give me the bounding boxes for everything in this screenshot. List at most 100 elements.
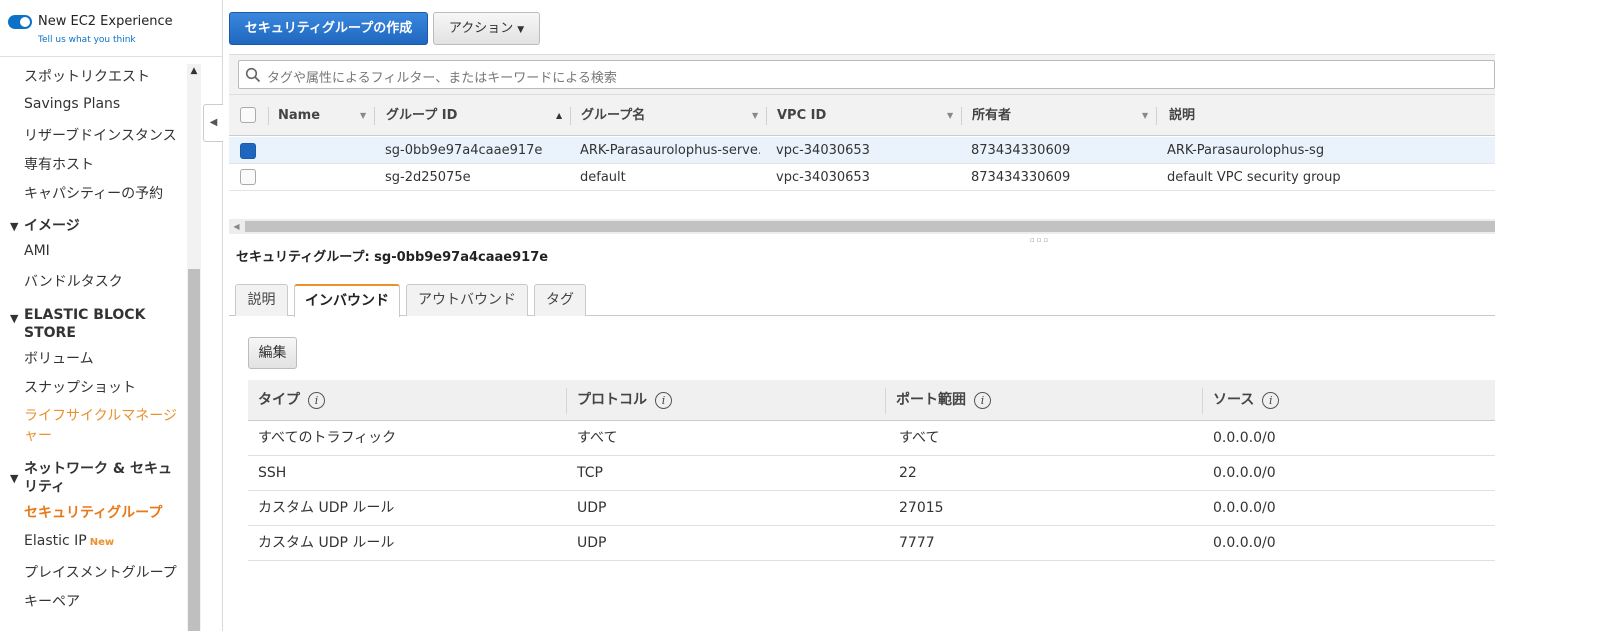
- rule-source: 0.0.0.0/0: [1213, 430, 1276, 446]
- rule-protocol: UDP: [577, 500, 607, 516]
- sidebar-item-capacity-reservations[interactable]: キャパシティーの予約: [24, 183, 163, 203]
- sidebar-item-elastic-ip[interactable]: Elastic IP New: [24, 533, 114, 549]
- column-header-name[interactable]: Name: [278, 95, 320, 136]
- sidebar-item-dedicated-hosts[interactable]: 専有ホスト: [24, 154, 94, 174]
- info-icon[interactable]: i: [655, 391, 672, 409]
- header-label: プロトコル: [577, 392, 647, 408]
- table-horizontal-scrollbar[interactable]: ◀: [229, 219, 1495, 234]
- create-security-group-button[interactable]: セキュリティグループの作成: [229, 12, 428, 45]
- column-header-group-id[interactable]: グループ ID: [386, 95, 457, 136]
- sidebar-item-savings-plans[interactable]: Savings Plans: [24, 96, 120, 112]
- column-divider: [961, 107, 962, 125]
- cell-description: ARK-Parasaurolophus-sg: [1167, 143, 1325, 158]
- tab-outbound[interactable]: アウトバウンド: [406, 284, 528, 316]
- cell-vpc-id[interactable]: vpc-34030653: [776, 137, 956, 164]
- sidebar-item-ami[interactable]: AMI: [24, 243, 50, 259]
- sort-caret-icon[interactable]: ▼: [360, 95, 366, 136]
- sidebar-section-images[interactable]: ▼ イメージ: [10, 217, 80, 236]
- filter-placeholder: タグや属性によるフィルター、またはキーワードによる検索: [267, 71, 617, 86]
- sidebar-item-lifecycle-manager[interactable]: ライフサイクルマネージャー: [24, 406, 184, 446]
- rule-protocol: TCP: [577, 465, 603, 481]
- column-header-owner[interactable]: 所有者: [972, 95, 1011, 136]
- filter-search-input[interactable]: タグや属性によるフィルター、またはキーワードによる検索: [238, 60, 1495, 89]
- rules-header-type: タイプ i: [258, 380, 325, 421]
- sort-ascending-icon[interactable]: ▲: [556, 95, 562, 136]
- rule-type: SSH: [258, 465, 287, 481]
- rule-port-range: 22: [899, 465, 917, 481]
- rule-port-range: 27015: [899, 500, 944, 516]
- cell-owner: 873434330609: [971, 143, 1071, 158]
- sidebar-item-reserved-instances[interactable]: リザーブドインスタンス: [24, 125, 177, 145]
- header-label: タイプ: [258, 392, 300, 408]
- sidebar-item-placement-groups[interactable]: プレイスメントグループ: [24, 562, 177, 582]
- cell-owner: 873434330609: [971, 170, 1071, 185]
- header-label: ポート範囲: [896, 392, 966, 408]
- cell-group-name: ARK-Parasaurolophus-serve...: [580, 143, 760, 158]
- row-checkbox[interactable]: [240, 143, 256, 159]
- rules-header-source: ソース i: [1213, 380, 1280, 421]
- sidebar-scrollbar[interactable]: ▲: [187, 64, 201, 631]
- sidebar-item-label: Elastic IP: [24, 533, 87, 549]
- actions-dropdown-button[interactable]: アクション ▼: [433, 12, 540, 45]
- tab-inbound[interactable]: インバウンド: [294, 284, 400, 317]
- inbound-rules-header: タイプ i プロトコル i ポート範囲 i ソース i: [248, 380, 1495, 421]
- edit-rules-button[interactable]: 編集: [248, 337, 297, 369]
- column-divider: [566, 388, 567, 414]
- new-badge: New: [89, 537, 115, 548]
- info-icon[interactable]: i: [1262, 391, 1280, 409]
- table-row[interactable]: sg-0bb9e97a4caae917e ARK-Parasaurolophus…: [229, 137, 1495, 164]
- column-divider: [766, 107, 767, 125]
- rule-port-range: すべて: [899, 430, 940, 446]
- sidebar-item-security-groups[interactable]: セキュリティグループ: [24, 502, 162, 522]
- info-icon[interactable]: i: [974, 391, 991, 409]
- new-experience-toggle[interactable]: [8, 15, 32, 29]
- actions-label: アクション: [448, 21, 514, 36]
- sidebar-item-key-pairs[interactable]: キーペア: [24, 591, 80, 611]
- scroll-left-arrow-icon[interactable]: ◀: [229, 219, 244, 234]
- row-checkbox[interactable]: [240, 169, 256, 185]
- cell-name: [278, 164, 368, 191]
- sidebar-scrollbar-thumb[interactable]: [188, 269, 200, 631]
- sidebar-item-bundle-tasks[interactable]: バンドルタスク: [24, 271, 123, 291]
- column-header-description[interactable]: 説明: [1169, 95, 1195, 136]
- sidebar-item-volumes[interactable]: ボリューム: [24, 348, 94, 368]
- select-all-checkbox[interactable]: [240, 107, 256, 123]
- column-divider: [885, 388, 886, 414]
- collapse-triangle-icon: ▼: [10, 472, 19, 485]
- sidebar-section-network-security[interactable]: ▼ ネットワーク & セキュリティ: [10, 460, 180, 496]
- left-sidebar: New EC2 Experience Tell us what you thin…: [0, 0, 223, 631]
- horizontal-scrollbar-thumb[interactable]: [245, 221, 1495, 232]
- cell-name: [278, 137, 368, 164]
- sort-caret-icon[interactable]: ▼: [947, 95, 953, 136]
- new-experience-label: New EC2 Experience: [38, 14, 173, 29]
- rule-row: すべてのトラフィック すべて すべて 0.0.0.0/0: [248, 421, 1495, 456]
- sort-caret-icon[interactable]: ▼: [752, 95, 758, 136]
- tab-tags[interactable]: タグ: [534, 284, 586, 316]
- cell-group-id: sg-2d25075e: [385, 170, 471, 185]
- scroll-up-arrow-icon[interactable]: ▲: [187, 66, 201, 78]
- rule-source: 0.0.0.0/0: [1213, 500, 1276, 516]
- rule-row: カスタム UDP ルール UDP 27015 0.0.0.0/0: [248, 491, 1495, 526]
- table-row[interactable]: sg-2d25075e default vpc-34030653 8734343…: [229, 164, 1495, 191]
- search-icon: [245, 67, 261, 83]
- feedback-link[interactable]: Tell us what you think: [38, 35, 136, 45]
- chevron-down-icon: ▼: [517, 25, 525, 35]
- sort-caret-icon[interactable]: ▼: [1142, 95, 1148, 136]
- info-icon[interactable]: i: [308, 391, 325, 409]
- column-header-vpc-id[interactable]: VPC ID: [777, 95, 826, 136]
- new-experience-toggle-row: New EC2 Experience Tell us what you thin…: [8, 14, 218, 50]
- cell-vpc-id[interactable]: vpc-34030653: [776, 164, 956, 191]
- sidebar-section-ebs[interactable]: ▼ ELASTIC BLOCK STORE: [10, 306, 170, 342]
- column-divider: [1202, 388, 1203, 414]
- collapse-triangle-icon: ▼: [10, 312, 19, 325]
- column-divider: [268, 107, 269, 125]
- collapse-sidebar-handle[interactable]: ◀: [203, 104, 223, 142]
- security-groups-table-header: Name ▼ グループ ID ▲ グループ名 ▼ VPC ID ▼ 所有者 ▼ …: [229, 94, 1495, 136]
- sidebar-item-snapshots[interactable]: スナップショット: [24, 377, 136, 397]
- header-label: ソース: [1213, 392, 1255, 408]
- pane-resize-handle[interactable]: ▫▫▫: [1030, 236, 1050, 244]
- sidebar-item-spot-requests[interactable]: スポットリクエスト: [24, 66, 150, 86]
- tab-description[interactable]: 説明: [235, 284, 288, 316]
- details-title: セキュリティグループ: sg-0bb9e97a4caae917e: [236, 250, 549, 265]
- column-header-group-name[interactable]: グループ名: [581, 95, 645, 136]
